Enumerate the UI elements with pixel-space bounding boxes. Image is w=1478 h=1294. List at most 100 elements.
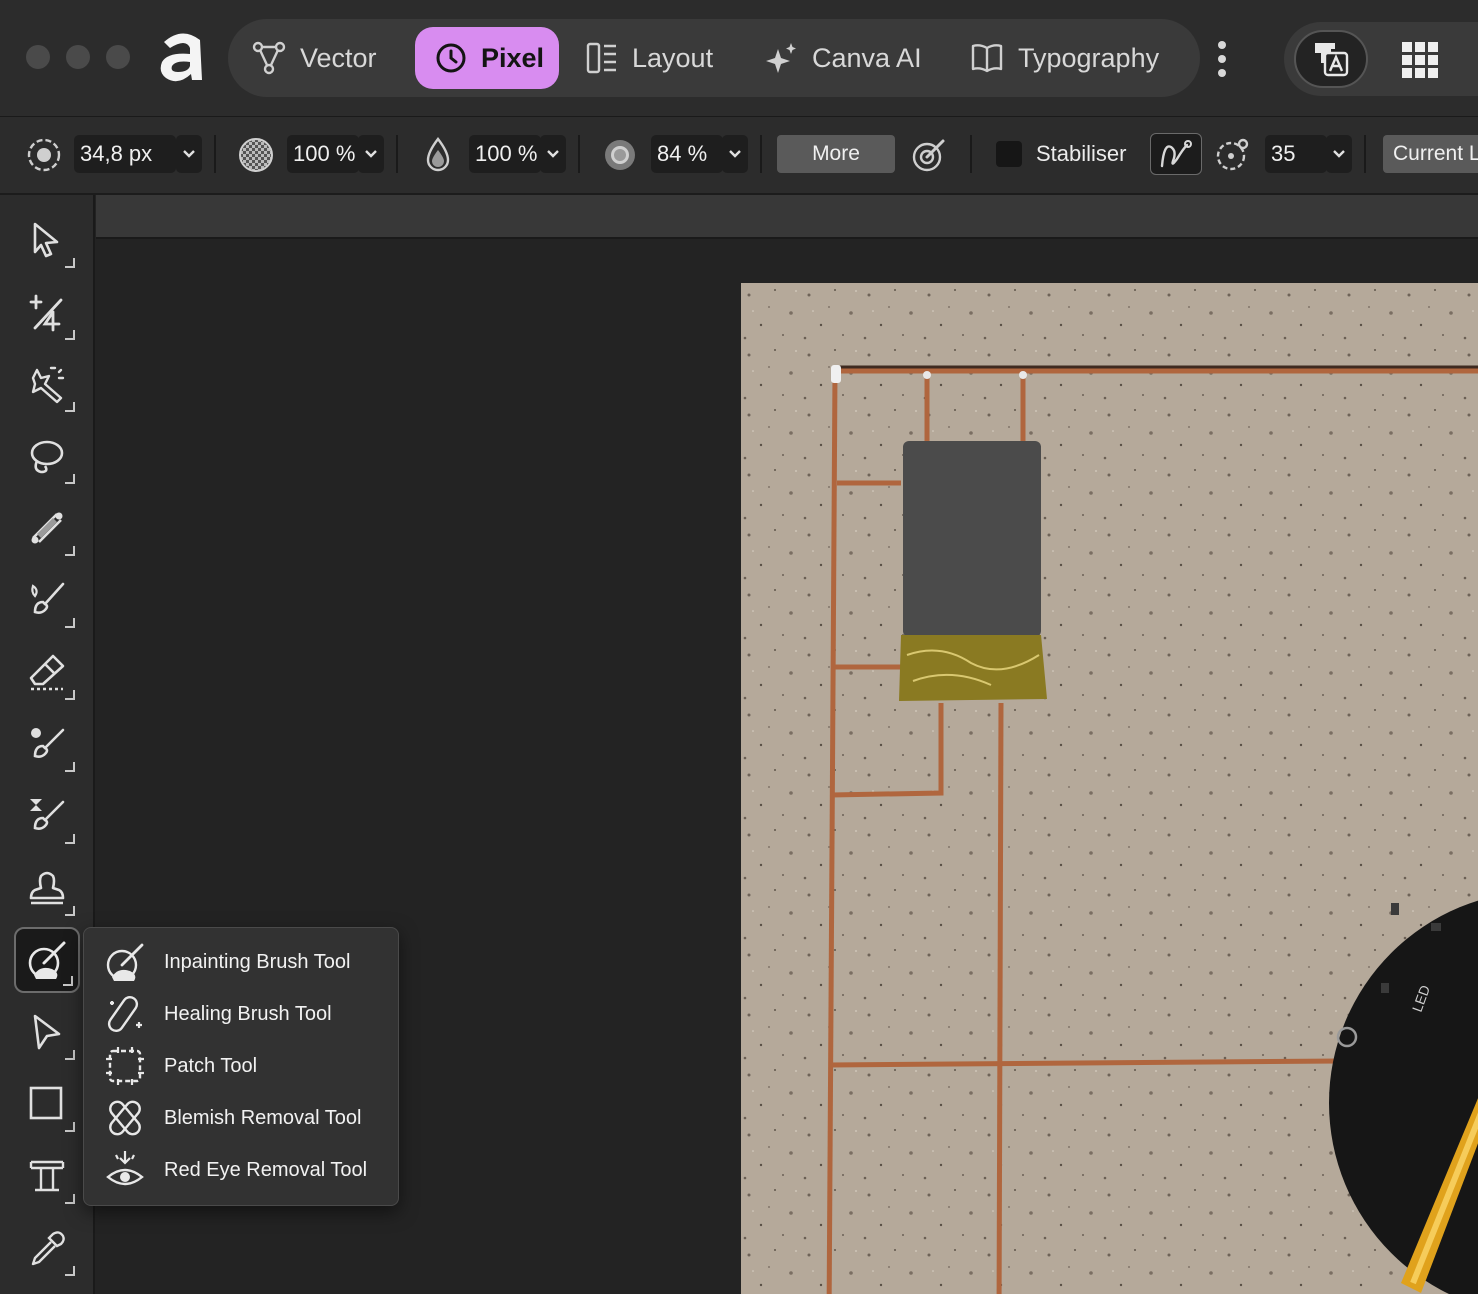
blur-tool[interactable] xyxy=(14,783,80,849)
corner-mark xyxy=(65,834,75,844)
close-window-button[interactable] xyxy=(26,45,50,69)
stabiliser-value-field[interactable]: 35 xyxy=(1265,135,1327,173)
inpainting-brush-tool-item[interactable]: Inpainting Brush Tool xyxy=(84,936,400,988)
retouch-tools-flyout: Inpainting Brush Tool Healing Brush Tool… xyxy=(83,927,399,1206)
corner-mark xyxy=(65,1122,75,1132)
corner-mark xyxy=(65,906,75,916)
separator xyxy=(1364,135,1366,173)
blemish-removal-tool-item[interactable]: Blemish Removal Tool xyxy=(84,1092,400,1144)
stabiliser-checkbox[interactable] xyxy=(996,141,1022,167)
chevron-down-icon xyxy=(1333,150,1345,158)
flow-icon xyxy=(426,137,450,172)
document-photo[interactable]: LED xyxy=(741,283,1478,1294)
grid-view-icon[interactable] xyxy=(1400,40,1440,80)
width-field[interactable]: 34,8 px xyxy=(74,135,176,173)
more-button[interactable]: More xyxy=(777,135,895,173)
separator xyxy=(396,135,398,173)
corner-mark xyxy=(65,402,75,412)
flyout-item-label: Patch Tool xyxy=(164,1054,258,1077)
color-picker-tool[interactable] xyxy=(14,1215,80,1281)
minimize-window-button[interactable] xyxy=(66,45,90,69)
more-options-icon[interactable] xyxy=(1216,40,1228,78)
healing-brush-tool-item[interactable]: Healing Brush Tool xyxy=(84,988,400,1040)
text-tool[interactable] xyxy=(14,1143,80,1209)
gradient-icon xyxy=(31,512,63,544)
corner-mark xyxy=(65,1194,75,1204)
healing-brush-icon xyxy=(107,995,142,1033)
patch-icon xyxy=(106,1047,144,1085)
blur-icon xyxy=(30,799,65,830)
patch-tool-item[interactable]: Patch Tool xyxy=(84,1040,400,1092)
flyout-item-label: Blemish Removal Tool xyxy=(164,1106,362,1129)
persona-pixel[interactable]: Pixel xyxy=(415,27,559,89)
title-bar: Vector Pixel Layout Canva AI Typography xyxy=(0,0,1478,117)
node-tool[interactable] xyxy=(14,999,80,1065)
eraser-icon xyxy=(29,654,65,691)
persona-label: Pixel xyxy=(481,42,545,73)
persona-canva-ai[interactable]: Canva AI xyxy=(744,27,954,89)
lasso-tool[interactable] xyxy=(14,423,80,489)
chevron-down-icon xyxy=(183,150,195,158)
persona-layout[interactable]: Layout xyxy=(566,27,718,89)
persona-typography[interactable]: Typography xyxy=(950,27,1174,89)
stabiliser-window-mode-icon[interactable] xyxy=(1214,137,1250,173)
erase-tool[interactable] xyxy=(14,639,80,705)
stabiliser-dropdown[interactable] xyxy=(1326,135,1352,173)
persona-label: Typography xyxy=(1018,42,1160,73)
chevron-down-icon xyxy=(729,150,741,158)
magic-wand-icon xyxy=(31,366,65,404)
gradient-tool[interactable] xyxy=(14,495,80,561)
persona-vector[interactable]: Vector xyxy=(232,27,400,89)
dodge-icon xyxy=(31,728,65,758)
eyedropper-icon xyxy=(31,1231,65,1266)
solder-joint xyxy=(831,365,841,383)
persona-label: Layout xyxy=(632,42,714,73)
paint-brush-tool[interactable] xyxy=(14,567,80,633)
stabiliser-rope-mode-button[interactable] xyxy=(1150,133,1202,175)
node-pointer-icon xyxy=(33,1014,61,1050)
book-icon xyxy=(971,44,1003,73)
brush-settings-icon[interactable] xyxy=(911,136,947,174)
inpainting-tool[interactable] xyxy=(14,927,80,993)
current-layer-button[interactable]: Current L xyxy=(1383,135,1478,173)
corner-mark xyxy=(63,976,73,986)
rectangle-icon xyxy=(29,1086,63,1120)
hardness-dropdown[interactable] xyxy=(722,135,748,173)
dodge-tool[interactable] xyxy=(14,711,80,777)
flyout-item-label: Inpainting Brush Tool xyxy=(164,950,351,973)
corner-mark xyxy=(65,1266,75,1276)
vector-icon xyxy=(252,41,286,75)
corner-mark xyxy=(65,258,75,268)
selection-brush-tool[interactable] xyxy=(14,351,80,417)
clone-tool[interactable] xyxy=(14,855,80,921)
corner-mark xyxy=(65,1050,75,1060)
blemish-icon xyxy=(109,1100,141,1136)
app-logo-icon[interactable] xyxy=(156,28,208,84)
persona-label: Vector xyxy=(300,42,377,73)
separator xyxy=(214,135,216,173)
inpainting-brush-icon xyxy=(106,943,144,981)
document-tab-strip xyxy=(96,195,1478,239)
tools-panel xyxy=(0,195,95,1294)
red-eye-removal-tool-item[interactable]: Red Eye Removal Tool xyxy=(84,1144,400,1196)
hardness-field[interactable]: 84 % xyxy=(651,135,723,173)
flyout-item-label: Healing Brush Tool xyxy=(164,1002,332,1025)
opacity-field[interactable]: 100 % xyxy=(287,135,359,173)
solder-joint xyxy=(923,371,931,379)
pointer-icon xyxy=(33,222,59,258)
corner-mark xyxy=(65,762,75,772)
lasso-icon xyxy=(30,440,64,474)
move-tool[interactable] xyxy=(14,207,80,273)
font-manager-button[interactable] xyxy=(1294,30,1368,88)
rectangle-tool[interactable] xyxy=(14,1071,80,1137)
opacity-dropdown[interactable] xyxy=(358,135,384,173)
flow-dropdown[interactable] xyxy=(540,135,566,173)
red-eye-icon xyxy=(106,1151,144,1186)
zoom-window-button[interactable] xyxy=(106,45,130,69)
width-dropdown[interactable] xyxy=(176,135,202,173)
crop-tool[interactable] xyxy=(14,279,80,345)
flow-field[interactable]: 100 % xyxy=(469,135,541,173)
sparkle-icon xyxy=(766,43,796,73)
brush-icon xyxy=(31,582,65,614)
brush-width-icon xyxy=(27,138,61,172)
